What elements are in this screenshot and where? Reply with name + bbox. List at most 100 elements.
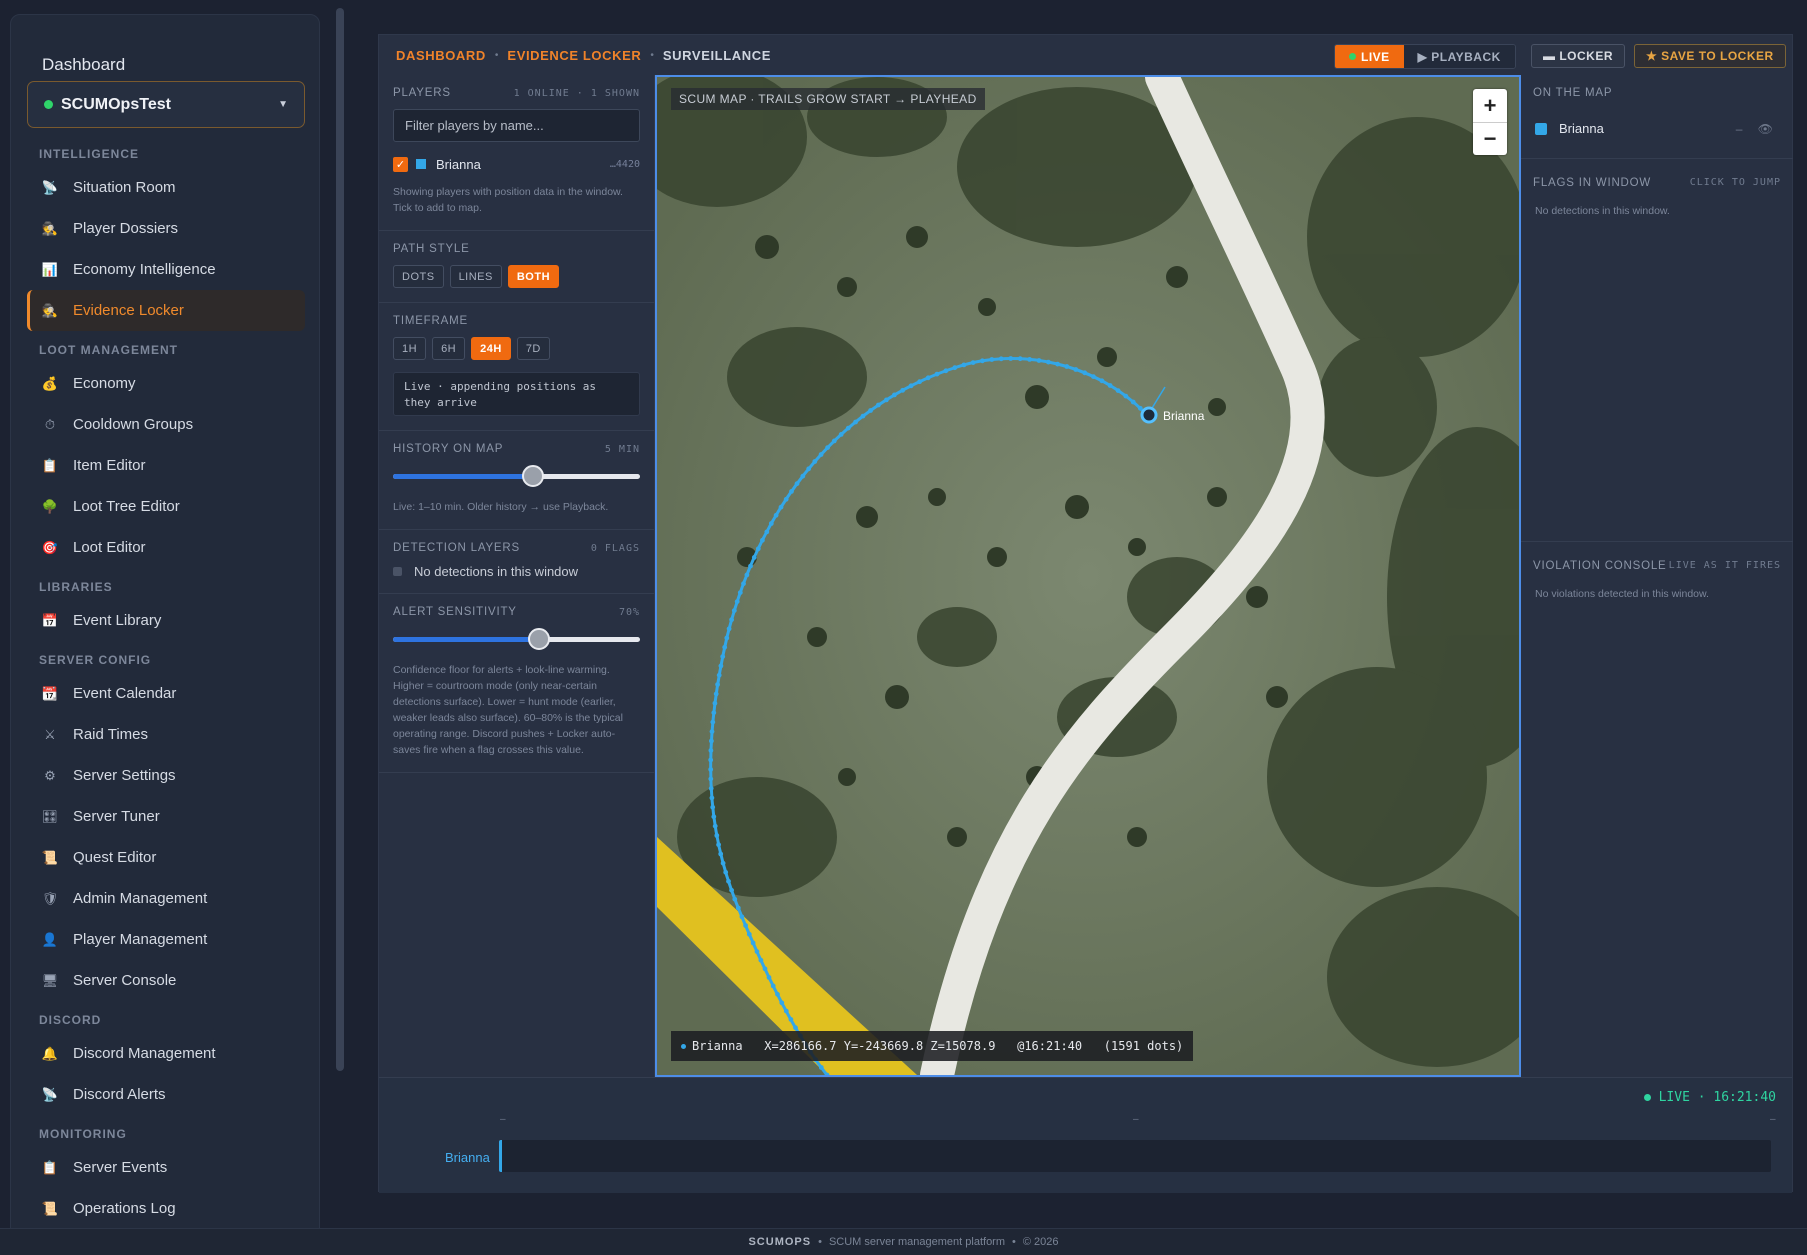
map-title-label: SCUM MAP · TRAILS GROW START → PLAYHEAD [671,88,985,110]
gear-icon: ⚙ [44,767,56,783]
trail-dot [766,975,772,980]
trail-dot [860,413,866,419]
player-filter-input[interactable] [393,109,640,142]
player-marker[interactable] [1140,406,1158,424]
trail-dot [925,375,931,381]
trail-dot [709,795,715,801]
trail-dot [989,357,995,362]
sidebar-item-server-tuner[interactable]: 🎛 Server Tuner [27,796,305,837]
slider-thumb[interactable] [528,628,551,650]
sidebar-item-label: Situation Room [73,179,176,196]
sidebar-item-item-editor[interactable]: 📋 Item Editor [27,445,305,486]
sidebar-item-raid-times[interactable]: ⚔ Raid Times [27,714,305,755]
player-checkbox[interactable]: ✓ [393,156,408,172]
timeline: LIVE · 16:21:40 – – – Brianna [379,1077,1792,1193]
trail-dot [1073,367,1079,372]
trail-dot [758,957,764,963]
path-style-section: PATH STYLE DOTS LINES BOTH [379,231,654,303]
sidebar-item-operations-log[interactable]: 📜 Operations Log [27,1188,305,1229]
footer-separator: • [818,1236,822,1248]
slider-thumb[interactable] [521,465,544,487]
timeline-live-status: LIVE · 16:21:40 [1643,1090,1776,1105]
timeframe-option-1h[interactable]: 1H [393,337,427,360]
sidebar-item-server-console[interactable]: 🖥 Server Console [27,960,305,1001]
trail-dot [712,823,718,829]
path-style-option-lines[interactable]: LINES [449,265,502,288]
timeframe-option-7d[interactable]: 7D [516,337,550,360]
history-slider[interactable] [393,465,640,487]
satellite-icon: 📡 [41,1086,59,1102]
trail-dot [735,905,741,911]
sidebar-item-player-dossiers[interactable]: 🕵 Player Dossiers [27,208,305,249]
sidebar-item-economy[interactable]: 💰 Economy [27,363,305,404]
trail-dot [1137,405,1143,411]
sidebar-item-admin-management[interactable]: 🛡 Admin Management [27,878,305,919]
sidebar-scrollbar[interactable] [336,8,344,1071]
timeline-track[interactable] [499,1140,1771,1172]
sidebar-item-loot-editor[interactable]: 🎯 Loot Editor [27,527,305,568]
timeframe-option-24h[interactable]: 24H [471,337,511,360]
sidebar-item-server-events[interactable]: 📋 Server Events [27,1147,305,1188]
zoom-in-button[interactable]: + [1473,89,1507,122]
sidebar-item-label: Event Library [73,612,162,629]
timeline-player-name[interactable]: Brianna [445,1150,490,1165]
server-status-dot [44,100,53,109]
footer: SCUMOPS • SCUM server management platfor… [0,1228,1807,1255]
sidebar-item-event-library[interactable]: 📅 Event Library [27,600,305,641]
sidebar-item-economy-intelligence[interactable]: 📊 Economy Intelligence [27,249,305,290]
trail-dot [1036,358,1042,363]
timeframe-header: TIMEFRAME [393,315,468,327]
sidebar-item-discord-alerts[interactable]: 📡 Discord Alerts [27,1074,305,1115]
path-style-option-both[interactable]: BOTH [507,265,560,288]
breadcrumb-evidence-locker[interactable]: EVIDENCE LOCKER [507,48,641,63]
bell-icon: 🔔 [41,1045,59,1061]
path-style-options: DOTS LINES BOTH [393,265,640,288]
map-terrain[interactable]: Brianna [657,77,1519,1075]
playback-button[interactable]: ▶ PLAYBACK [1403,45,1515,68]
trail-dot [720,860,726,866]
sidebar-item-event-calendar[interactable]: 📆 Event Calendar [27,673,305,714]
sidebar-title[interactable]: Dashboard [42,55,125,75]
path-style-option-dots[interactable]: DOTS [393,265,444,288]
trail-dot [908,383,914,389]
zoom-out-button[interactable]: − [1473,122,1507,155]
trail-dot [708,757,714,763]
player-marker-label: Brianna [1163,409,1205,423]
timeframe-option-6h[interactable]: 6H [432,337,466,360]
locker-button[interactable]: ▬ LOCKER [1531,44,1625,68]
breadcrumb-separator: • [494,49,499,61]
sidebar-item-player-management[interactable]: 👤 Player Management [27,919,305,960]
shield-icon: 🛡 [41,890,59,906]
player-row[interactable]: ✓ Brianna …4420 [393,156,640,172]
sidebar-item-quest-editor[interactable]: 📜 Quest Editor [27,837,305,878]
trail-dot [734,599,740,604]
save-to-locker-button[interactable]: ★ SAVE TO LOCKER [1634,44,1786,68]
breadcrumb-dashboard[interactable]: DASHBOARD [396,48,486,63]
trail-dot [952,365,958,371]
on-map-row-tools[interactable]: – 👁 [1736,122,1779,136]
sidebar-item-cooldown-groups[interactable]: ⏱ Cooldown Groups [27,404,305,445]
console-empty: No violations detected in this window. [1535,588,1709,600]
sidebar-item-discord-management[interactable]: 🔔 Discord Management [27,1033,305,1074]
position-readout: Brianna X=286166.7 Y=-243669.8 Z=15078.9… [671,1031,1194,1061]
surveillance-map[interactable]: Brianna SCUM MAP · TRAILS GROW START → P… [655,75,1521,1077]
on-map-row[interactable]: Brianna – 👁 [1521,121,1793,136]
live-button[interactable]: LIVE [1335,45,1404,68]
sensitivity-slider[interactable] [393,628,640,650]
trail-dot [754,949,760,954]
detection-checkbox[interactable] [393,567,402,576]
trail-dot [1091,374,1096,379]
trail-dot [1046,359,1051,365]
zoom-controls: + − [1473,89,1507,155]
trail-dot [789,489,794,494]
server-selector[interactable]: SCUMOpsTest ▼ [27,81,305,128]
trail-dot [723,869,729,875]
sidebar-item-loot-tree-editor[interactable]: 🌳 Loot Tree Editor [27,486,305,527]
sidebar-item-server-settings[interactable]: ⚙ Server Settings [27,755,305,796]
trail-dot [726,626,732,632]
timeframe-note: Live · appending positions as they arriv… [393,372,640,416]
sidebar-item-evidence-locker[interactable]: 🕵 Evidence Locker [27,290,305,331]
sidebar-item-situation-room[interactable]: 📡 Situation Room [27,167,305,208]
on-map-color-swatch [1535,122,1547,135]
detection-flags: 0 FLAGS [590,542,640,554]
